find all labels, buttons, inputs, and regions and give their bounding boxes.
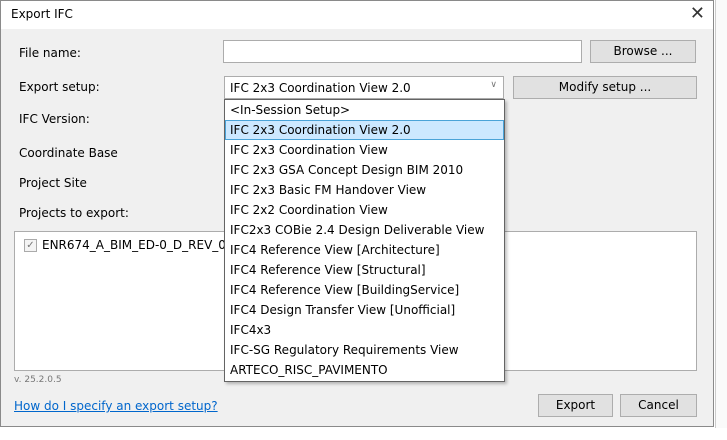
setup-option[interactable]: IFC2x3 COBie 2.4 Design Deliverable View bbox=[225, 220, 504, 240]
setup-option[interactable]: IFC-SG Regulatory Requirements View bbox=[225, 340, 504, 360]
project-site-label: Project Site bbox=[19, 176, 87, 190]
modify-setup-button[interactable]: Modify setup ... bbox=[513, 76, 697, 99]
export-setup-dropdown[interactable]: <In-Session Setup> IFC 2x3 Coordination V… bbox=[224, 99, 505, 382]
chevron-down-icon: ∨ bbox=[490, 80, 497, 90]
close-icon[interactable]: ✕ bbox=[690, 3, 705, 24]
project-name: ENR674_A_BIM_ED-0_D_REV_0.0 bbox=[42, 238, 238, 252]
setup-option[interactable]: IFC4 Reference View [BuildingService] bbox=[225, 280, 504, 300]
file-name-label: File name: bbox=[19, 46, 81, 60]
setup-option[interactable]: ARTECO_RISC_PAVIMENTO bbox=[225, 360, 504, 380]
background-drawing bbox=[715, 0, 727, 440]
export-setup-label: Export setup: bbox=[19, 80, 100, 94]
browse-button[interactable]: Browse ... bbox=[590, 40, 696, 63]
version-text: v. 25.2.0.5 bbox=[14, 375, 62, 385]
setup-option[interactable]: <In-Session Setup> bbox=[225, 100, 504, 120]
setup-option[interactable]: IFC 2x3 Basic FM Handover View bbox=[225, 180, 504, 200]
export-button[interactable]: Export bbox=[538, 394, 613, 417]
export-setup-select[interactable]: IFC 2x3 Coordination View 2.0 ∨ bbox=[224, 76, 504, 99]
setup-option[interactable]: IFC4x3 bbox=[225, 320, 504, 340]
coordinate-base-label: Coordinate Base bbox=[19, 146, 118, 160]
help-link[interactable]: How do I specify an export setup? bbox=[14, 399, 218, 413]
file-name-input[interactable] bbox=[223, 40, 582, 63]
export-setup-value: IFC 2x3 Coordination View 2.0 bbox=[230, 81, 411, 95]
dialog-title: Export IFC bbox=[11, 7, 73, 21]
cancel-button[interactable]: Cancel bbox=[620, 394, 697, 417]
ifc-version-label: IFC Version: bbox=[19, 112, 90, 126]
setup-option[interactable]: IFC 2x2 Coordination View bbox=[225, 200, 504, 220]
setup-option[interactable]: IFC4 Reference View [Architecture] bbox=[225, 240, 504, 260]
export-ifc-dialog: Export IFC ✕ File name: Browse ... Expor… bbox=[0, 0, 714, 427]
setup-option[interactable]: IFC 2x3 Coordination View 2.0 bbox=[225, 120, 504, 140]
setup-option[interactable]: IFC 2x3 Coordination View bbox=[225, 140, 504, 160]
project-checkbox[interactable]: ✓ bbox=[24, 239, 37, 252]
setup-option[interactable]: IFC4 Design Transfer View [Unofficial] bbox=[225, 300, 504, 320]
background-drawing-bottom bbox=[0, 428, 727, 440]
setup-option[interactable]: IFC 2x3 GSA Concept Design BIM 2010 bbox=[225, 160, 504, 180]
projects-to-export-label: Projects to export: bbox=[19, 206, 129, 220]
title-bar: Export IFC ✕ bbox=[1, 1, 713, 29]
setup-option[interactable]: IFC4 Reference View [Structural] bbox=[225, 260, 504, 280]
